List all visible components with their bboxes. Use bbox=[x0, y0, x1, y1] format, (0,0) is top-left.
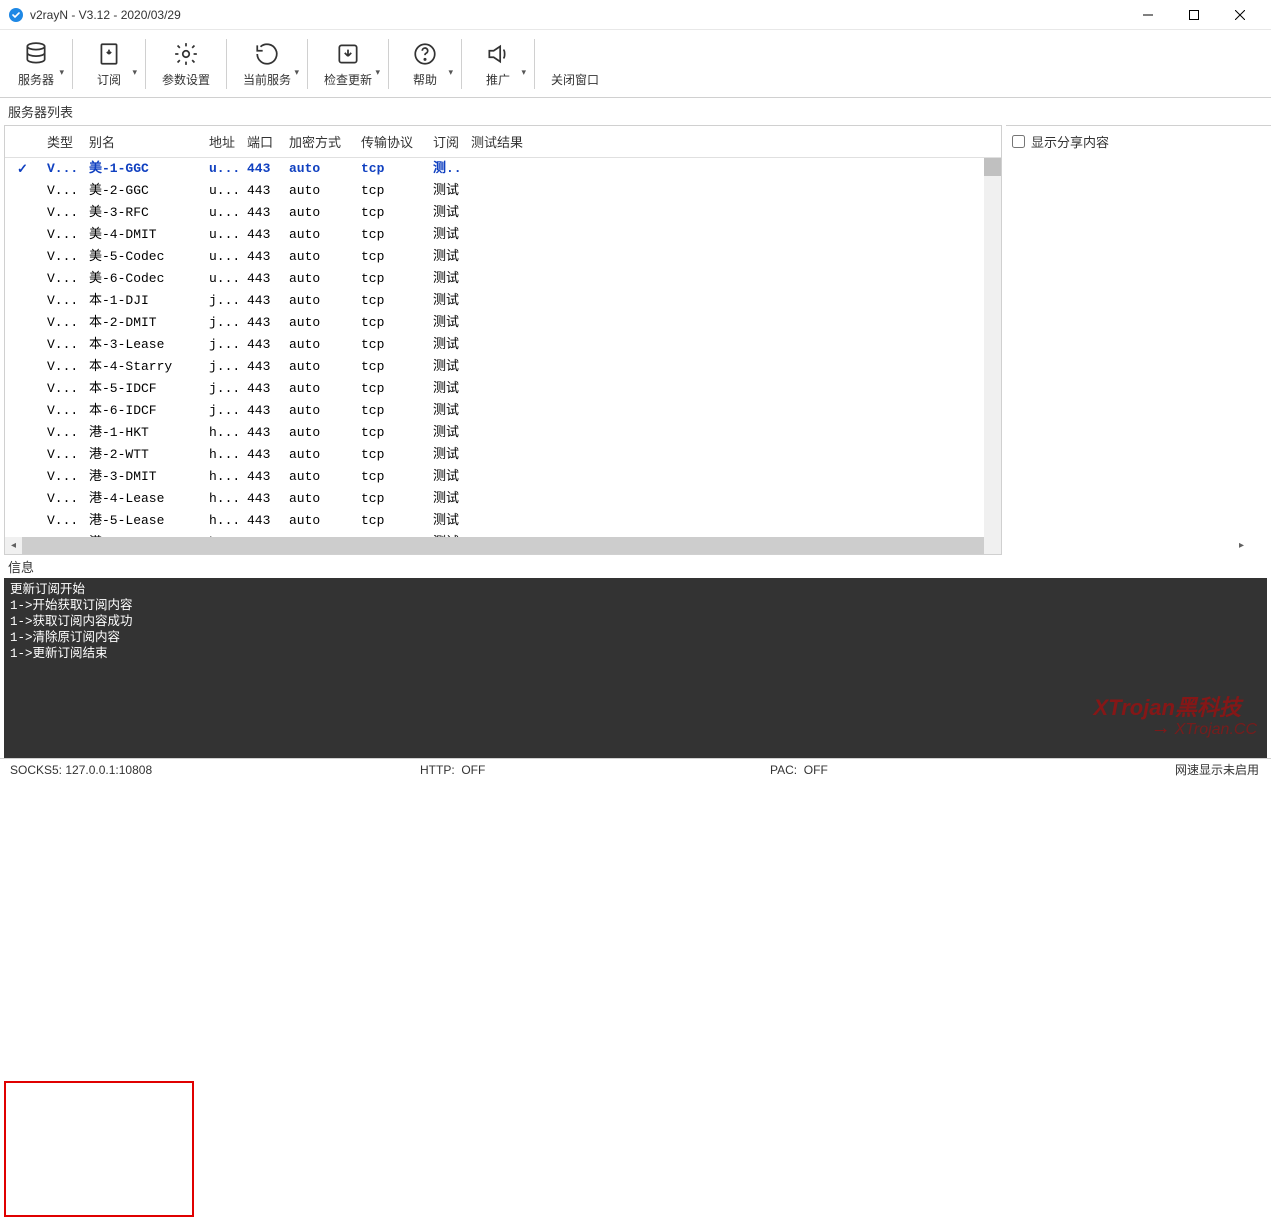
toolbar-separator bbox=[388, 39, 389, 89]
table-row[interactable]: V...本-6-IDCFj...443autotcp测试 bbox=[5, 400, 1001, 422]
toolbar-restart[interactable]: 当前服务 ▾ bbox=[233, 35, 301, 92]
table-row[interactable]: V...美-2-GGCu...443autotcp测试 bbox=[5, 180, 1001, 202]
gear-icon bbox=[171, 39, 201, 69]
log-line: 1->开始获取订阅内容 bbox=[10, 598, 1261, 614]
table-row[interactable]: V...港-3-DMITh...443autotcp测试 bbox=[5, 466, 1001, 488]
server-list: 类型 别名 地址 端口 加密方式 传输协议 订阅 测试结果 ✓V...美-1-G… bbox=[4, 125, 1002, 555]
col-header-enc[interactable]: 加密方式 bbox=[285, 130, 357, 153]
toolbar-help[interactable]: 帮助 ▾ bbox=[395, 35, 455, 92]
toolbar-settings[interactable]: 参数设置 bbox=[152, 35, 220, 92]
toolbar-separator bbox=[534, 39, 535, 89]
server-list-label: 服务器列表 bbox=[0, 98, 1271, 125]
log-area[interactable]: 更新订阅开始1->开始获取订阅内容1->获取订阅内容成功1->清除原订阅内容1-… bbox=[4, 578, 1267, 758]
status-pac: PAC: OFF bbox=[770, 763, 828, 777]
table-row[interactable]: V...港-2-WTTh...443autotcp测试 bbox=[5, 444, 1001, 466]
horizontal-scrollbar[interactable]: ◂ ▸ bbox=[5, 537, 1001, 554]
close-button[interactable] bbox=[1217, 0, 1263, 30]
maximize-button[interactable] bbox=[1171, 0, 1217, 30]
table-row[interactable]: V...美-4-DMITu...443autotcp测试 bbox=[5, 224, 1001, 246]
show-share-input[interactable] bbox=[1012, 135, 1025, 148]
col-header-sub[interactable]: 订阅 bbox=[429, 130, 467, 153]
table-row[interactable]: V...本-1-DJIj...443autotcp测试 bbox=[5, 290, 1001, 312]
list-header: 类型 别名 地址 端口 加密方式 传输协议 订阅 测试结果 bbox=[5, 126, 1001, 158]
refresh-icon bbox=[252, 39, 282, 69]
chevron-down-icon: ▾ bbox=[132, 67, 137, 78]
col-header-type[interactable]: 类型 bbox=[43, 130, 85, 153]
toolbar-separator bbox=[461, 39, 462, 89]
download-icon bbox=[333, 39, 363, 69]
info-label: 信息 bbox=[0, 555, 1271, 578]
blank-icon bbox=[560, 39, 590, 69]
subscribe-icon bbox=[94, 39, 124, 69]
show-share-checkbox[interactable]: 显示分享内容 bbox=[1012, 132, 1265, 151]
database-icon bbox=[21, 39, 51, 69]
statusbar: SOCKS5: 127.0.0.1:10808 HTTP: OFF PAC: O… bbox=[0, 758, 1271, 780]
scroll-right-icon[interactable]: ▸ bbox=[1233, 537, 1250, 554]
app-icon bbox=[8, 7, 24, 23]
toolbar-promo[interactable]: 推广 ▾ bbox=[468, 35, 528, 92]
toolbar-subscribe[interactable]: 订阅 ▾ bbox=[79, 35, 139, 92]
table-row[interactable]: V...美-5-Codecu...443autotcp测试 bbox=[5, 246, 1001, 268]
table-row[interactable]: V...本-4-Starryj...443autotcp测试 bbox=[5, 356, 1001, 378]
col-header-alias[interactable]: 别名 bbox=[85, 130, 205, 153]
window-title: v2rayN - V3.12 - 2020/03/29 bbox=[30, 8, 1125, 22]
chevron-down-icon: ▾ bbox=[295, 67, 300, 78]
chevron-down-icon: ▾ bbox=[449, 67, 454, 78]
side-panel: 显示分享内容 bbox=[1006, 125, 1271, 555]
table-row[interactable]: V...港-6-GGCh...443autotcp测试 bbox=[5, 532, 1001, 537]
log-line: 1->清除原订阅内容 bbox=[10, 630, 1261, 646]
toolbar-server[interactable]: 服务器 ▾ bbox=[6, 35, 66, 92]
table-row[interactable]: V...本-3-Leasej...443autotcp测试 bbox=[5, 334, 1001, 356]
col-header-addr[interactable]: 地址 bbox=[205, 130, 243, 153]
table-row[interactable]: V...港-5-Leaseh...443autotcp测试 bbox=[5, 510, 1001, 532]
chevron-down-icon: ▾ bbox=[376, 67, 381, 78]
chevron-down-icon: ▾ bbox=[522, 67, 527, 78]
toolbar-separator bbox=[72, 39, 73, 89]
toolbar-separator bbox=[145, 39, 146, 89]
log-line: 1->更新订阅结束 bbox=[10, 646, 1261, 662]
table-row[interactable]: V...美-6-Codecu...443autotcp测试 bbox=[5, 268, 1001, 290]
toolbar-separator bbox=[307, 39, 308, 89]
log-line: 1->获取订阅内容成功 bbox=[10, 614, 1261, 630]
table-row[interactable]: V...港-1-HKTh...443autotcp测试 bbox=[5, 422, 1001, 444]
col-header-result[interactable]: 测试结果 bbox=[467, 130, 1001, 153]
status-speed: 网速显示未启用 bbox=[1175, 761, 1259, 778]
log-line: 更新订阅开始 bbox=[10, 582, 1261, 598]
table-row[interactable]: V...港-4-Leaseh...443autotcp测试 bbox=[5, 488, 1001, 510]
status-socks: SOCKS5: 127.0.0.1:10808 bbox=[10, 763, 152, 777]
table-row[interactable]: V...本-2-DMITj...443autotcp测试 bbox=[5, 312, 1001, 334]
col-header-port[interactable]: 端口 bbox=[243, 130, 285, 153]
annotation-box bbox=[4, 1081, 194, 1217]
table-row[interactable]: V...美-3-RFCu...443autotcp测试 bbox=[5, 202, 1001, 224]
toolbar: 服务器 ▾ 订阅 ▾ 参数设置 当前服务 ▾ 检查更新 ▾ 帮助 ▾ 推广 ▾ … bbox=[0, 30, 1271, 98]
status-http: HTTP: OFF bbox=[420, 763, 485, 777]
help-icon bbox=[410, 39, 440, 69]
chevron-down-icon: ▾ bbox=[59, 67, 64, 78]
table-row[interactable]: V...本-5-IDCFj...443autotcp测试 bbox=[5, 378, 1001, 400]
speaker-icon bbox=[483, 39, 513, 69]
toolbar-update[interactable]: 检查更新 ▾ bbox=[314, 35, 382, 92]
list-body[interactable]: ✓V...美-1-GGCu...443autotcp测..V...美-2-GGC… bbox=[5, 158, 1001, 537]
scroll-left-icon[interactable]: ◂ bbox=[5, 537, 22, 554]
col-header-proto[interactable]: 传输协议 bbox=[357, 130, 429, 153]
toolbar-close[interactable]: 关闭窗口 bbox=[541, 35, 609, 92]
titlebar: v2rayN - V3.12 - 2020/03/29 bbox=[0, 0, 1271, 30]
vertical-scrollbar[interactable] bbox=[984, 158, 1001, 537]
toolbar-separator bbox=[226, 39, 227, 89]
minimize-button[interactable] bbox=[1125, 0, 1171, 30]
table-row[interactable]: ✓V...美-1-GGCu...443autotcp测.. bbox=[5, 158, 1001, 180]
